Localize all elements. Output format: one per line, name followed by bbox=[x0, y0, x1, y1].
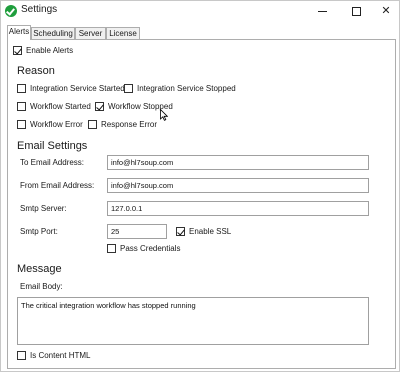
enable-alerts-label: Enable Alerts bbox=[26, 46, 74, 55]
pass-credentials-checkbox[interactable] bbox=[107, 244, 116, 253]
workflow-error-checkbox[interactable] bbox=[17, 120, 26, 129]
integration-service-started-checkbox[interactable] bbox=[17, 84, 26, 93]
enable-alerts-checkbox[interactable] bbox=[13, 46, 22, 55]
tab-license[interactable]: License bbox=[106, 27, 140, 39]
app-check-icon bbox=[5, 5, 17, 17]
email-body-label: Email Body: bbox=[20, 282, 63, 291]
enable-ssl-checkbox[interactable] bbox=[176, 227, 185, 236]
tab-alerts[interactable]: Alerts bbox=[7, 25, 31, 40]
workflow-stopped-checkbox[interactable] bbox=[95, 102, 104, 111]
window-title: Settings bbox=[21, 4, 58, 15]
response-error-checkbox[interactable] bbox=[88, 120, 97, 129]
smtp-server-input[interactable]: 127.0.0.1 bbox=[107, 201, 369, 216]
email-settings-heading: Email Settings bbox=[17, 140, 88, 152]
integration-service-stopped-label: Integration Service Stopped bbox=[137, 84, 236, 93]
title-bar: Settings ✕ bbox=[1, 1, 399, 21]
is-content-html-label: Is Content HTML bbox=[30, 351, 91, 360]
mouse-pointer-icon bbox=[160, 109, 168, 121]
maximize-icon bbox=[351, 6, 361, 16]
integration-service-started-label: Integration Service Started bbox=[30, 84, 125, 93]
to-email-input[interactable]: info@hl7soup.com bbox=[107, 155, 369, 170]
enable-ssl-label: Enable SSL bbox=[189, 227, 232, 236]
from-email-label: From Email Address: bbox=[20, 181, 95, 190]
tab-server[interactable]: Server bbox=[75, 27, 106, 39]
workflow-error-label: Workflow Error bbox=[30, 120, 83, 129]
minimize-button[interactable] bbox=[307, 1, 337, 21]
tab-scheduling[interactable]: Scheduling bbox=[31, 27, 75, 39]
workflow-started-label: Workflow Started bbox=[30, 102, 91, 111]
is-content-html-checkbox[interactable] bbox=[17, 351, 26, 360]
email-body-textarea[interactable]: The critical integration workflow has st… bbox=[17, 297, 369, 345]
minimize-icon bbox=[317, 10, 327, 12]
smtp-port-input[interactable]: 25 bbox=[107, 224, 167, 239]
from-email-input[interactable]: info@hl7soup.com bbox=[107, 178, 369, 193]
pass-credentials-label: Pass Credentials bbox=[120, 244, 181, 253]
integration-service-stopped-checkbox[interactable] bbox=[124, 84, 133, 93]
reason-heading: Reason bbox=[17, 65, 55, 77]
response-error-label: Response Error bbox=[101, 120, 158, 129]
to-email-label: To Email Address: bbox=[20, 158, 85, 167]
workflow-started-checkbox[interactable] bbox=[17, 102, 26, 111]
smtp-port-label: Smtp Port: bbox=[20, 227, 58, 236]
close-icon: ✕ bbox=[381, 5, 391, 17]
message-heading: Message bbox=[17, 263, 62, 275]
settings-window: Settings ✕ Alerts Scheduling Server Lice… bbox=[0, 0, 400, 372]
close-button[interactable]: ✕ bbox=[371, 1, 400, 21]
maximize-button[interactable] bbox=[341, 1, 371, 21]
smtp-server-label: Smtp Server: bbox=[20, 204, 67, 213]
